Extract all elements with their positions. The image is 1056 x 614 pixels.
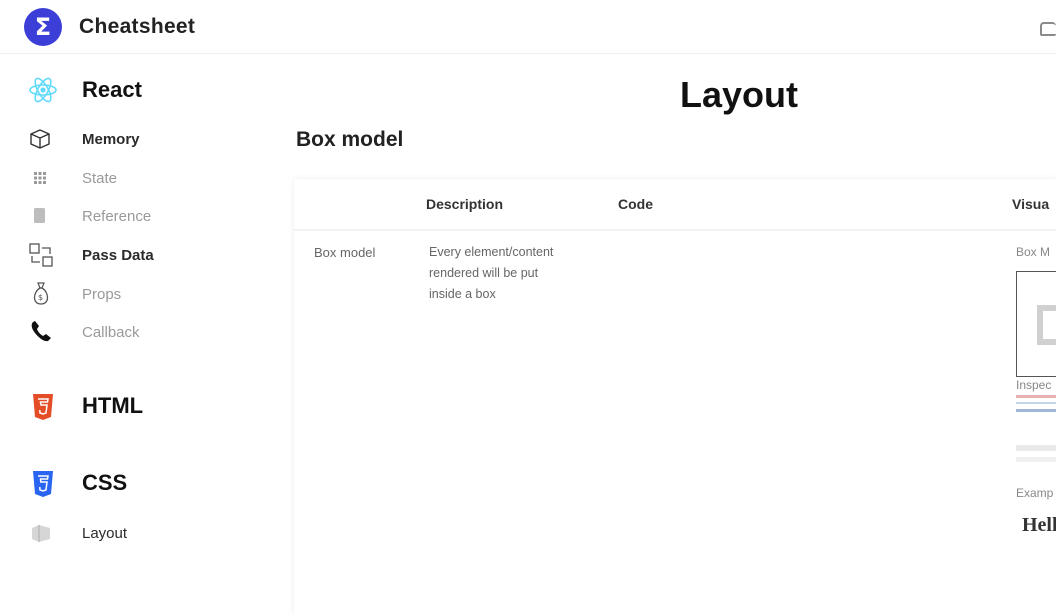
sidebar-item-props[interactable]: $ Props [0, 280, 292, 308]
sidebar-item-callback[interactable]: Callback [0, 318, 292, 346]
document-icon [34, 208, 45, 223]
sidebar-section-css[interactable]: CSS [0, 466, 292, 502]
inspector-screenshot [1016, 457, 1056, 462]
html5-icon [33, 394, 53, 420]
inspector-screenshot [1016, 395, 1056, 398]
row-name: Box model [314, 245, 376, 260]
sidebar-item-label: Layout [82, 525, 128, 542]
top-header: Σ Cheatsheet [0, 0, 1056, 54]
sidebar-item-label: Callback [82, 324, 140, 341]
column-header-code: Code [618, 196, 653, 212]
react-icon [29, 77, 57, 103]
sidebar-item-pass-data[interactable]: Pass Data [0, 241, 292, 269]
visual-caption: Inspec [1016, 378, 1052, 392]
sidebar: React Memory State Reference Pass Data $… [0, 55, 292, 614]
description-line: inside a box [429, 287, 496, 301]
sidebar-section-html[interactable]: HTML [0, 389, 292, 425]
description-line: rendered will be put [429, 266, 539, 280]
inspector-screenshot [1016, 445, 1056, 451]
sidebar-item-state[interactable]: State [0, 164, 292, 192]
phone-icon [31, 321, 51, 342]
visual-caption: Box M [1016, 245, 1051, 259]
page-title: Layout [680, 74, 799, 115]
box-icon [30, 129, 50, 149]
sidebar-item-reference[interactable]: Reference [0, 202, 292, 230]
visual-cell: Box M Inspec Examp Hell [1016, 245, 1056, 545]
sidebar-item-layout[interactable]: Layout [0, 519, 292, 547]
github-icon[interactable] [1040, 22, 1056, 36]
main-content: Layout Box model Description Code Visua … [294, 55, 1056, 614]
example-text: Hell [1022, 514, 1056, 536]
column-header-visual: Visua [1012, 196, 1050, 212]
css3-icon [33, 471, 53, 497]
section-title: Box model [296, 128, 404, 151]
sidebar-section-label: CSS [82, 470, 128, 495]
svg-text:$: $ [38, 293, 43, 302]
sidebar-item-label: Props [82, 286, 122, 303]
app-title[interactable]: Cheatsheet [79, 15, 195, 39]
transfer-icon [29, 243, 53, 267]
sigma-logo-icon[interactable]: Σ [24, 8, 62, 46]
box-model-inner [1037, 305, 1056, 345]
sidebar-section-label: React [82, 77, 142, 102]
box-model-diagram [1016, 271, 1056, 377]
inspector-screenshot [1016, 402, 1056, 404]
money-bag-icon: $ [33, 282, 49, 305]
column-header-description: Description [426, 196, 504, 212]
visual-caption: Examp [1016, 486, 1054, 500]
cheatsheet-table: Description Code Visua Box model Every e… [294, 179, 1056, 614]
sidebar-item-memory[interactable]: Memory [0, 125, 292, 153]
sidebar-section-react[interactable]: React [0, 73, 292, 109]
sidebar-item-label: State [82, 170, 118, 187]
sidebar-item-label: Memory [82, 131, 140, 148]
sidebar-item-label: Reference [82, 208, 152, 225]
sidebar-item-label: Pass Data [82, 247, 154, 264]
app-window: Σ Cheatsheet React Memory State Referenc… [0, 0, 1056, 614]
grid-icon [34, 172, 46, 184]
layout-icon [32, 525, 50, 542]
description-line: Every element/content [429, 245, 554, 259]
inspector-screenshot [1016, 409, 1056, 412]
table-header: Description Code Visua [294, 179, 1056, 231]
sidebar-section-label: HTML [82, 393, 144, 418]
row-description: Every element/content rendered will be p… [429, 242, 553, 305]
